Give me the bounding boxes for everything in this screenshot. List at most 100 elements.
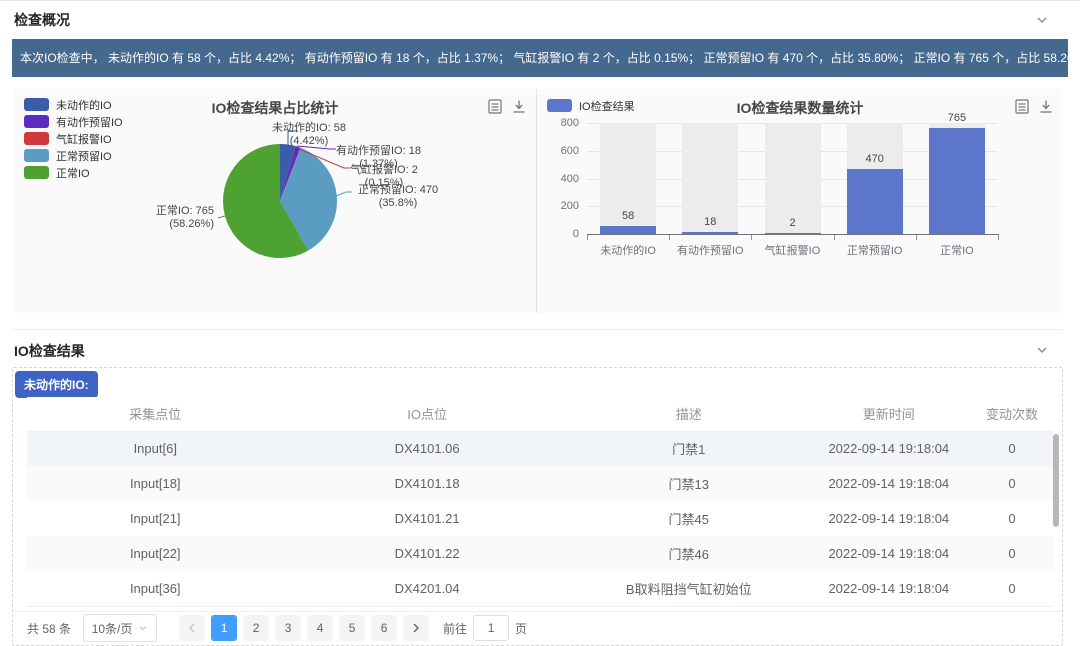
table-cell: 0 xyxy=(971,466,1053,501)
legend-label: 未动作的IO xyxy=(56,97,112,113)
page-size-select[interactable]: 10条/页 xyxy=(83,614,157,642)
bar-chart: 020040060080058未动作的IO18有动作预留IO2气缸报警IO470… xyxy=(537,89,1063,313)
page-button-1[interactable]: 1 xyxy=(211,615,237,641)
table-cell: 2022-09-14 19:18:04 xyxy=(807,466,971,501)
x-axis-tick xyxy=(751,235,752,240)
table-row[interactable]: Input[21]DX4101.21门禁452022-09-14 19:18:0… xyxy=(27,501,1053,536)
charts-panel: IO检查结果占比统计 未动作的IO有动作预留IO气缸报警IO正常预留IO正常IO… xyxy=(14,89,1063,313)
y-tick-label: 0 xyxy=(543,228,579,240)
legend-swatch xyxy=(547,99,572,112)
legend-label: 正常预留IO xyxy=(56,148,112,164)
table-header: 采集点位IO点位描述更新时间变动次数 xyxy=(27,397,1053,431)
bar-2 xyxy=(765,233,821,234)
x-axis-tick xyxy=(998,235,999,240)
legend-item-2[interactable]: 气缸报警IO xyxy=(24,130,123,147)
goto-suffix: 页 xyxy=(515,620,527,637)
table-row[interactable]: Input[6]DX4101.06门禁12022-09-14 19:18:040 xyxy=(27,431,1053,466)
column-header-3: 更新时间 xyxy=(807,397,971,431)
page-size-value: 10条/页 xyxy=(92,620,133,637)
bar-chart-card: 020040060080058未动作的IO18有动作预留IO2气缸报警IO470… xyxy=(537,89,1063,313)
legend-item-3[interactable]: 正常预留IO xyxy=(24,147,123,164)
x-category-label: 气缸报警IO xyxy=(751,242,833,258)
pie-legend: 未动作的IO有动作预留IO气缸报警IO正常预留IO正常IO xyxy=(24,96,123,181)
download-icon[interactable] xyxy=(512,99,526,119)
legend-item-bar[interactable]: IO检查结果 xyxy=(547,97,635,114)
bar-1 xyxy=(682,232,738,234)
filter-tag: 未动作的IO: xyxy=(15,371,98,398)
table-cell: Input[18] xyxy=(27,466,284,501)
table-cell: DX4201.04 xyxy=(284,571,571,606)
legend-item-0[interactable]: 未动作的IO xyxy=(24,96,123,113)
bar-value-label: 470 xyxy=(845,153,905,165)
table-cell: 0 xyxy=(971,431,1053,466)
page-button-2[interactable]: 2 xyxy=(243,615,269,641)
x-category-label: 正常预留IO xyxy=(834,242,916,258)
table-cell: 门禁1 xyxy=(571,431,807,466)
dashboard-page: 检查概况 本次IO检查中， 未动作的IO 有 58 个，占比 4.42%； 有动… xyxy=(0,0,1080,646)
x-category-label: 未动作的IO xyxy=(587,242,669,258)
x-axis-tick xyxy=(669,235,670,240)
bar-value-label: 18 xyxy=(680,216,740,228)
table-cell: 2022-09-14 19:18:04 xyxy=(807,571,971,606)
column-header-2: 描述 xyxy=(571,397,807,431)
legend-label: 有动作预留IO xyxy=(56,114,123,130)
column-header-1: IO点位 xyxy=(284,397,571,431)
bar-legend: IO检查结果 xyxy=(547,97,635,114)
table-row[interactable]: Input[36]DX4201.04B取料阻挡气缸初始位2022-09-14 1… xyxy=(27,571,1053,606)
legend-swatch xyxy=(24,115,49,128)
table-cell: 2022-09-14 19:18:04 xyxy=(807,536,971,571)
page-button-5[interactable]: 5 xyxy=(339,615,365,641)
table-row[interactable]: Input[18]DX4101.18门禁132022-09-14 19:18:0… xyxy=(27,466,1053,501)
page-button-6[interactable]: 6 xyxy=(371,615,397,641)
x-axis-tick xyxy=(916,235,917,240)
chevron-down-icon xyxy=(138,623,148,633)
section-divider xyxy=(12,329,1063,330)
pie-label-1: 未动作的IO: 58(4.42%) xyxy=(272,122,346,148)
results-container: 未动作的IO: 采集点位IO点位描述更新时间变动次数 Input[6]DX410… xyxy=(12,367,1063,646)
legend-label: 气缸报警IO xyxy=(56,131,112,147)
data-view-icon[interactable] xyxy=(1015,99,1029,119)
prev-page-button[interactable] xyxy=(179,615,205,641)
legend-swatch xyxy=(24,98,49,111)
x-axis-tick xyxy=(587,235,588,240)
bar-value-label: 2 xyxy=(763,217,823,229)
pie-label-5: 正常IO: 765(58.26%) xyxy=(124,205,214,231)
page-button-3[interactable]: 3 xyxy=(275,615,301,641)
x-category-label: 正常IO xyxy=(916,242,998,258)
legend-label: 正常IO xyxy=(56,165,90,181)
bar-4 xyxy=(929,128,985,234)
overview-section-title: 检查概况 xyxy=(14,10,70,30)
table-cell: Input[21] xyxy=(27,501,284,536)
data-view-icon[interactable] xyxy=(488,99,502,119)
y-tick-label: 600 xyxy=(543,145,579,157)
pie-label-line-4 xyxy=(218,216,225,218)
table-cell: Input[22] xyxy=(27,536,284,571)
table-cell: 2022-09-14 19:18:04 xyxy=(807,501,971,536)
table-cell: Input[6] xyxy=(27,431,284,466)
chevron-left-icon xyxy=(187,622,197,634)
legend-item-4[interactable]: 正常IO xyxy=(24,164,123,181)
legend-swatch xyxy=(24,166,49,179)
overview-collapse-chevron-down-icon[interactable] xyxy=(1034,12,1050,28)
goto-label: 前往 xyxy=(443,620,467,637)
table-scrollbar[interactable] xyxy=(1053,434,1059,527)
table-cell: 0 xyxy=(971,571,1053,606)
column-header-4: 变动次数 xyxy=(971,397,1053,431)
next-page-button[interactable] xyxy=(403,615,429,641)
table-cell: 门禁46 xyxy=(571,536,807,571)
pie-label-4: 正常预留IO: 470(35.8%) xyxy=(358,184,438,210)
x-category-label: 有动作预留IO xyxy=(669,242,751,258)
table-row[interactable]: Input[22]DX4101.22门禁462022-09-14 19:18:0… xyxy=(27,536,1053,571)
x-axis-line xyxy=(587,234,999,235)
table-cell: DX4101.22 xyxy=(284,536,571,571)
goto-page-input[interactable] xyxy=(473,615,509,641)
table-cell: DX4101.06 xyxy=(284,431,571,466)
table-cell: 2022-09-14 19:18:04 xyxy=(807,431,971,466)
results-collapse-chevron-down-icon[interactable] xyxy=(1034,342,1050,358)
download-icon[interactable] xyxy=(1039,99,1053,119)
table-cell: 门禁45 xyxy=(571,501,807,536)
table-cell: Input[36] xyxy=(27,571,284,606)
page-button-4[interactable]: 4 xyxy=(307,615,333,641)
legend-item-1[interactable]: 有动作预留IO xyxy=(24,113,123,130)
results-section-title: IO检查结果 xyxy=(14,341,85,361)
